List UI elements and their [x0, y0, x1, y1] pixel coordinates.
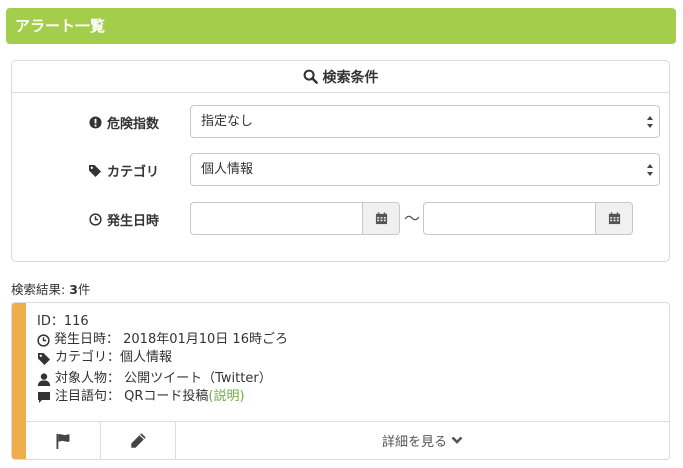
view-details-label: 詳細を見る: [381, 435, 447, 450]
alert-date-text: 発生日時： 2018年01月10日 16時ごろ: [54, 332, 288, 347]
date-range-separator: 〜: [404, 209, 421, 228]
result-count-number: 3: [69, 282, 78, 297]
date-from-group: [190, 202, 400, 235]
category-row: カテゴリ 個人情報: [12, 153, 669, 187]
alert-body: ID：116 発生日時： 2018年01月10日 16時ごろ カテゴリ：個人情報…: [37, 313, 288, 406]
alert-keyword-text: 注目語句： QRコード投稿: [55, 389, 209, 404]
chevron-down-icon: [451, 436, 463, 444]
date-from-input[interactable]: [190, 202, 362, 235]
danger-select[interactable]: 指定なし: [190, 105, 660, 138]
alert-severity-stripe: [12, 303, 26, 459]
view-details-button[interactable]: 詳細を見る: [176, 422, 669, 459]
search-icon: [303, 69, 318, 84]
date-to-input[interactable]: [423, 202, 595, 235]
alert-keyword: 注目語句： QRコード投稿 (説明): [37, 388, 288, 406]
edit-button[interactable]: [101, 422, 176, 459]
danger-row: 危険指数 指定なし: [12, 105, 669, 139]
select-arrows-icon: [647, 164, 653, 176]
clock-icon: [89, 212, 102, 226]
alert-category-text: カテゴリ：個人情報: [55, 350, 173, 365]
tag-icon: [88, 164, 101, 177]
calendar-icon: [608, 212, 620, 225]
alert-category: カテゴリ：個人情報: [37, 349, 288, 367]
danger-label: 危険指数: [89, 105, 159, 139]
pencil-icon: [130, 433, 146, 448]
category-select[interactable]: 個人情報: [190, 153, 660, 186]
user-icon: [37, 372, 51, 386]
alert-footer: 詳細を見る: [26, 421, 669, 459]
date-label: 発生日時: [89, 202, 159, 236]
alert-target-text: 対象人物： 公開ツイート（Twitter）: [55, 371, 272, 386]
calendar-icon: [375, 212, 387, 225]
alert-card: ID：116 発生日時： 2018年01月10日 16時ごろ カテゴリ：個人情報…: [11, 302, 670, 460]
search-panel: 検索条件 危険指数 指定なし カテゴリ 個人情報 発生日時 〜: [11, 60, 670, 262]
date-from-calendar-button[interactable]: [362, 202, 400, 235]
category-select-value: 個人情報: [201, 162, 254, 177]
comment-icon: [38, 391, 50, 403]
danger-label-text: 危険指数: [106, 116, 159, 132]
result-count: 検索結果: 3件: [11, 279, 90, 298]
explain-link[interactable]: (説明): [208, 388, 244, 406]
search-panel-heading: 検索条件: [12, 61, 669, 93]
danger-select-value: 指定なし: [201, 114, 254, 129]
tag-icon: [38, 352, 50, 365]
date-label-text: 発生日時: [106, 213, 159, 229]
alert-id-text: ID：116: [37, 314, 89, 329]
category-label: カテゴリ: [88, 153, 159, 187]
category-label-text: カテゴリ: [106, 164, 159, 180]
clock-icon: [37, 333, 50, 347]
date-to-calendar-button[interactable]: [595, 202, 633, 235]
date-to-group: [423, 202, 633, 235]
flag-button[interactable]: [26, 422, 101, 459]
alert-id: ID：116: [37, 313, 288, 331]
exclamation-circle-icon: [89, 115, 102, 129]
alert-target: 対象人物： 公開ツイート（Twitter）: [37, 370, 288, 388]
alert-date: 発生日時： 2018年01月10日 16時ごろ: [37, 331, 288, 349]
flag-icon: [56, 433, 70, 449]
result-count-prefix: 検索結果:: [11, 282, 70, 297]
select-arrows-icon: [647, 116, 653, 128]
date-row: 発生日時 〜: [12, 202, 669, 236]
result-count-suffix: 件: [77, 282, 91, 297]
page-title: アラート一覧: [6, 8, 676, 44]
search-panel-title: 検索条件: [322, 69, 379, 86]
